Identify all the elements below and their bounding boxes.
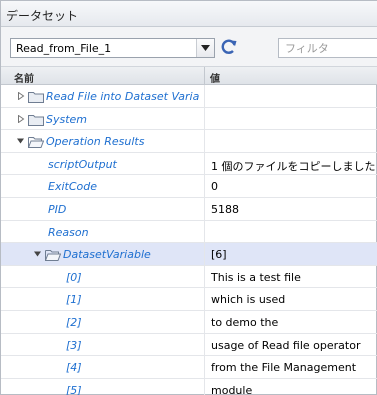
name-cell: [0] (1, 266, 204, 288)
row-name: ExitCode (48, 180, 97, 194)
row-name: Read File into Dataset Varia (46, 90, 200, 103)
row-name: scriptOutput (48, 157, 117, 171)
value-cell: usage of Read file operator (204, 333, 377, 356)
panel-titlebar: データセット (1, 1, 377, 27)
row-value: which is used (211, 293, 286, 307)
tree-row[interactable]: PID 5188 (1, 197, 377, 221)
triangle-down-icon[interactable] (17, 137, 25, 145)
row-value: [6] (211, 248, 227, 262)
value-cell (204, 130, 377, 152)
tree-row[interactable]: [4] from the File Management (1, 356, 377, 379)
value-cell: 1 個のファイルをコピーしました (204, 152, 377, 175)
tree-row[interactable]: [0] This is a test file (1, 265, 377, 289)
triangle-right-icon[interactable] (17, 114, 25, 123)
row-name: [3] (66, 338, 82, 352)
folder-icon (28, 114, 44, 126)
folder-open-icon (28, 137, 44, 149)
value-cell: which is used (204, 288, 377, 310)
name-cell: [3] (1, 334, 204, 356)
row-name: Operation Results (46, 135, 145, 149)
row-value: module (211, 383, 253, 395)
name-cell: ExitCode (1, 175, 204, 197)
tree-row[interactable]: DatasetVariable [6] (1, 243, 377, 266)
value-cell: 0 (204, 175, 377, 197)
column-header-name[interactable]: 名前 (14, 70, 34, 85)
row-value: usage of Read file operator (211, 338, 361, 352)
row-name: [2] (66, 315, 82, 329)
name-cell: [4] (1, 356, 204, 378)
name-cell: [2] (1, 311, 204, 333)
row-value: 1 個のファイルをコピーしました (211, 159, 376, 173)
tree-row[interactable]: [3] usage of Read file operator (1, 333, 377, 357)
value-cell (204, 85, 377, 107)
dataset-select[interactable]: Read_from_File_1 (10, 38, 215, 58)
value-cell: module (204, 378, 377, 395)
column-separator[interactable] (204, 67, 205, 85)
name-cell: [5] (1, 379, 204, 395)
panel-title: データセット (6, 9, 79, 23)
value-cell: This is a test file (204, 265, 377, 288)
folder-open-icon (45, 250, 61, 262)
tree-row[interactable]: Operation Results (1, 130, 377, 153)
tree-row[interactable]: Read File into Dataset Varia (1, 85, 377, 108)
folder-icon (28, 92, 44, 103)
row-value: to demo the (211, 315, 279, 329)
row-value: from the File Management (211, 361, 357, 375)
tree-row[interactable]: ExitCode 0 (1, 175, 377, 198)
row-name: [5] (66, 383, 82, 395)
value-cell (204, 220, 377, 243)
row-value: 5188 (211, 202, 239, 216)
dataset-panel: データセット Read_from_File_1 名前 値 Read File i… (0, 0, 377, 395)
name-cell: DatasetVariable (1, 243, 204, 265)
row-name: [4] (66, 361, 82, 375)
filter-field[interactable] (278, 38, 377, 58)
name-cell: PID (1, 198, 204, 220)
name-cell: [1] (1, 288, 204, 310)
name-cell: Reason (1, 221, 204, 243)
row-name: [0] (66, 270, 82, 284)
column-header-value[interactable]: 値 (210, 70, 220, 85)
filter-input[interactable] (285, 41, 377, 56)
tree-row[interactable]: [1] which is used (1, 288, 377, 311)
triangle-right-icon[interactable] (17, 92, 25, 100)
tree-row[interactable]: Reason (1, 220, 377, 244)
row-name: PID (48, 202, 67, 216)
tree-row[interactable]: System (1, 107, 377, 131)
name-cell: System (1, 108, 204, 130)
toolbar: Read_from_File_1 (1, 27, 377, 67)
tree-row[interactable]: [2] to demo the (1, 310, 377, 334)
value-cell: 5188 (204, 197, 377, 220)
tree-row[interactable]: scriptOutput 1 個のファイルをコピーしました (1, 152, 377, 176)
value-cell: to demo the (204, 310, 377, 333)
value-cell: [6] (204, 243, 377, 265)
column-header: 名前 値 (1, 67, 377, 85)
row-value: This is a test file (211, 270, 301, 284)
value-cell: from the File Management (204, 356, 377, 378)
refresh-icon[interactable] (219, 37, 239, 57)
triangle-down-icon[interactable] (34, 250, 42, 258)
name-cell: scriptOutput (1, 153, 204, 175)
value-cell (204, 107, 377, 130)
row-name: System (46, 112, 88, 126)
tree-row[interactable]: [5] module (1, 378, 377, 395)
row-name: [1] (66, 293, 82, 307)
name-cell: Read File into Dataset Varia (1, 85, 204, 107)
dropdown-button[interactable] (196, 39, 214, 57)
row-name: DatasetVariable (63, 248, 151, 262)
row-value: 0 (211, 180, 218, 194)
dataset-select-value: Read_from_File_1 (16, 42, 112, 55)
name-cell: Operation Results (1, 130, 204, 152)
chevron-down-icon (201, 45, 210, 51)
variable-tree: Read File into Dataset Varia System Operat… (1, 85, 377, 395)
row-name: Reason (48, 225, 89, 239)
